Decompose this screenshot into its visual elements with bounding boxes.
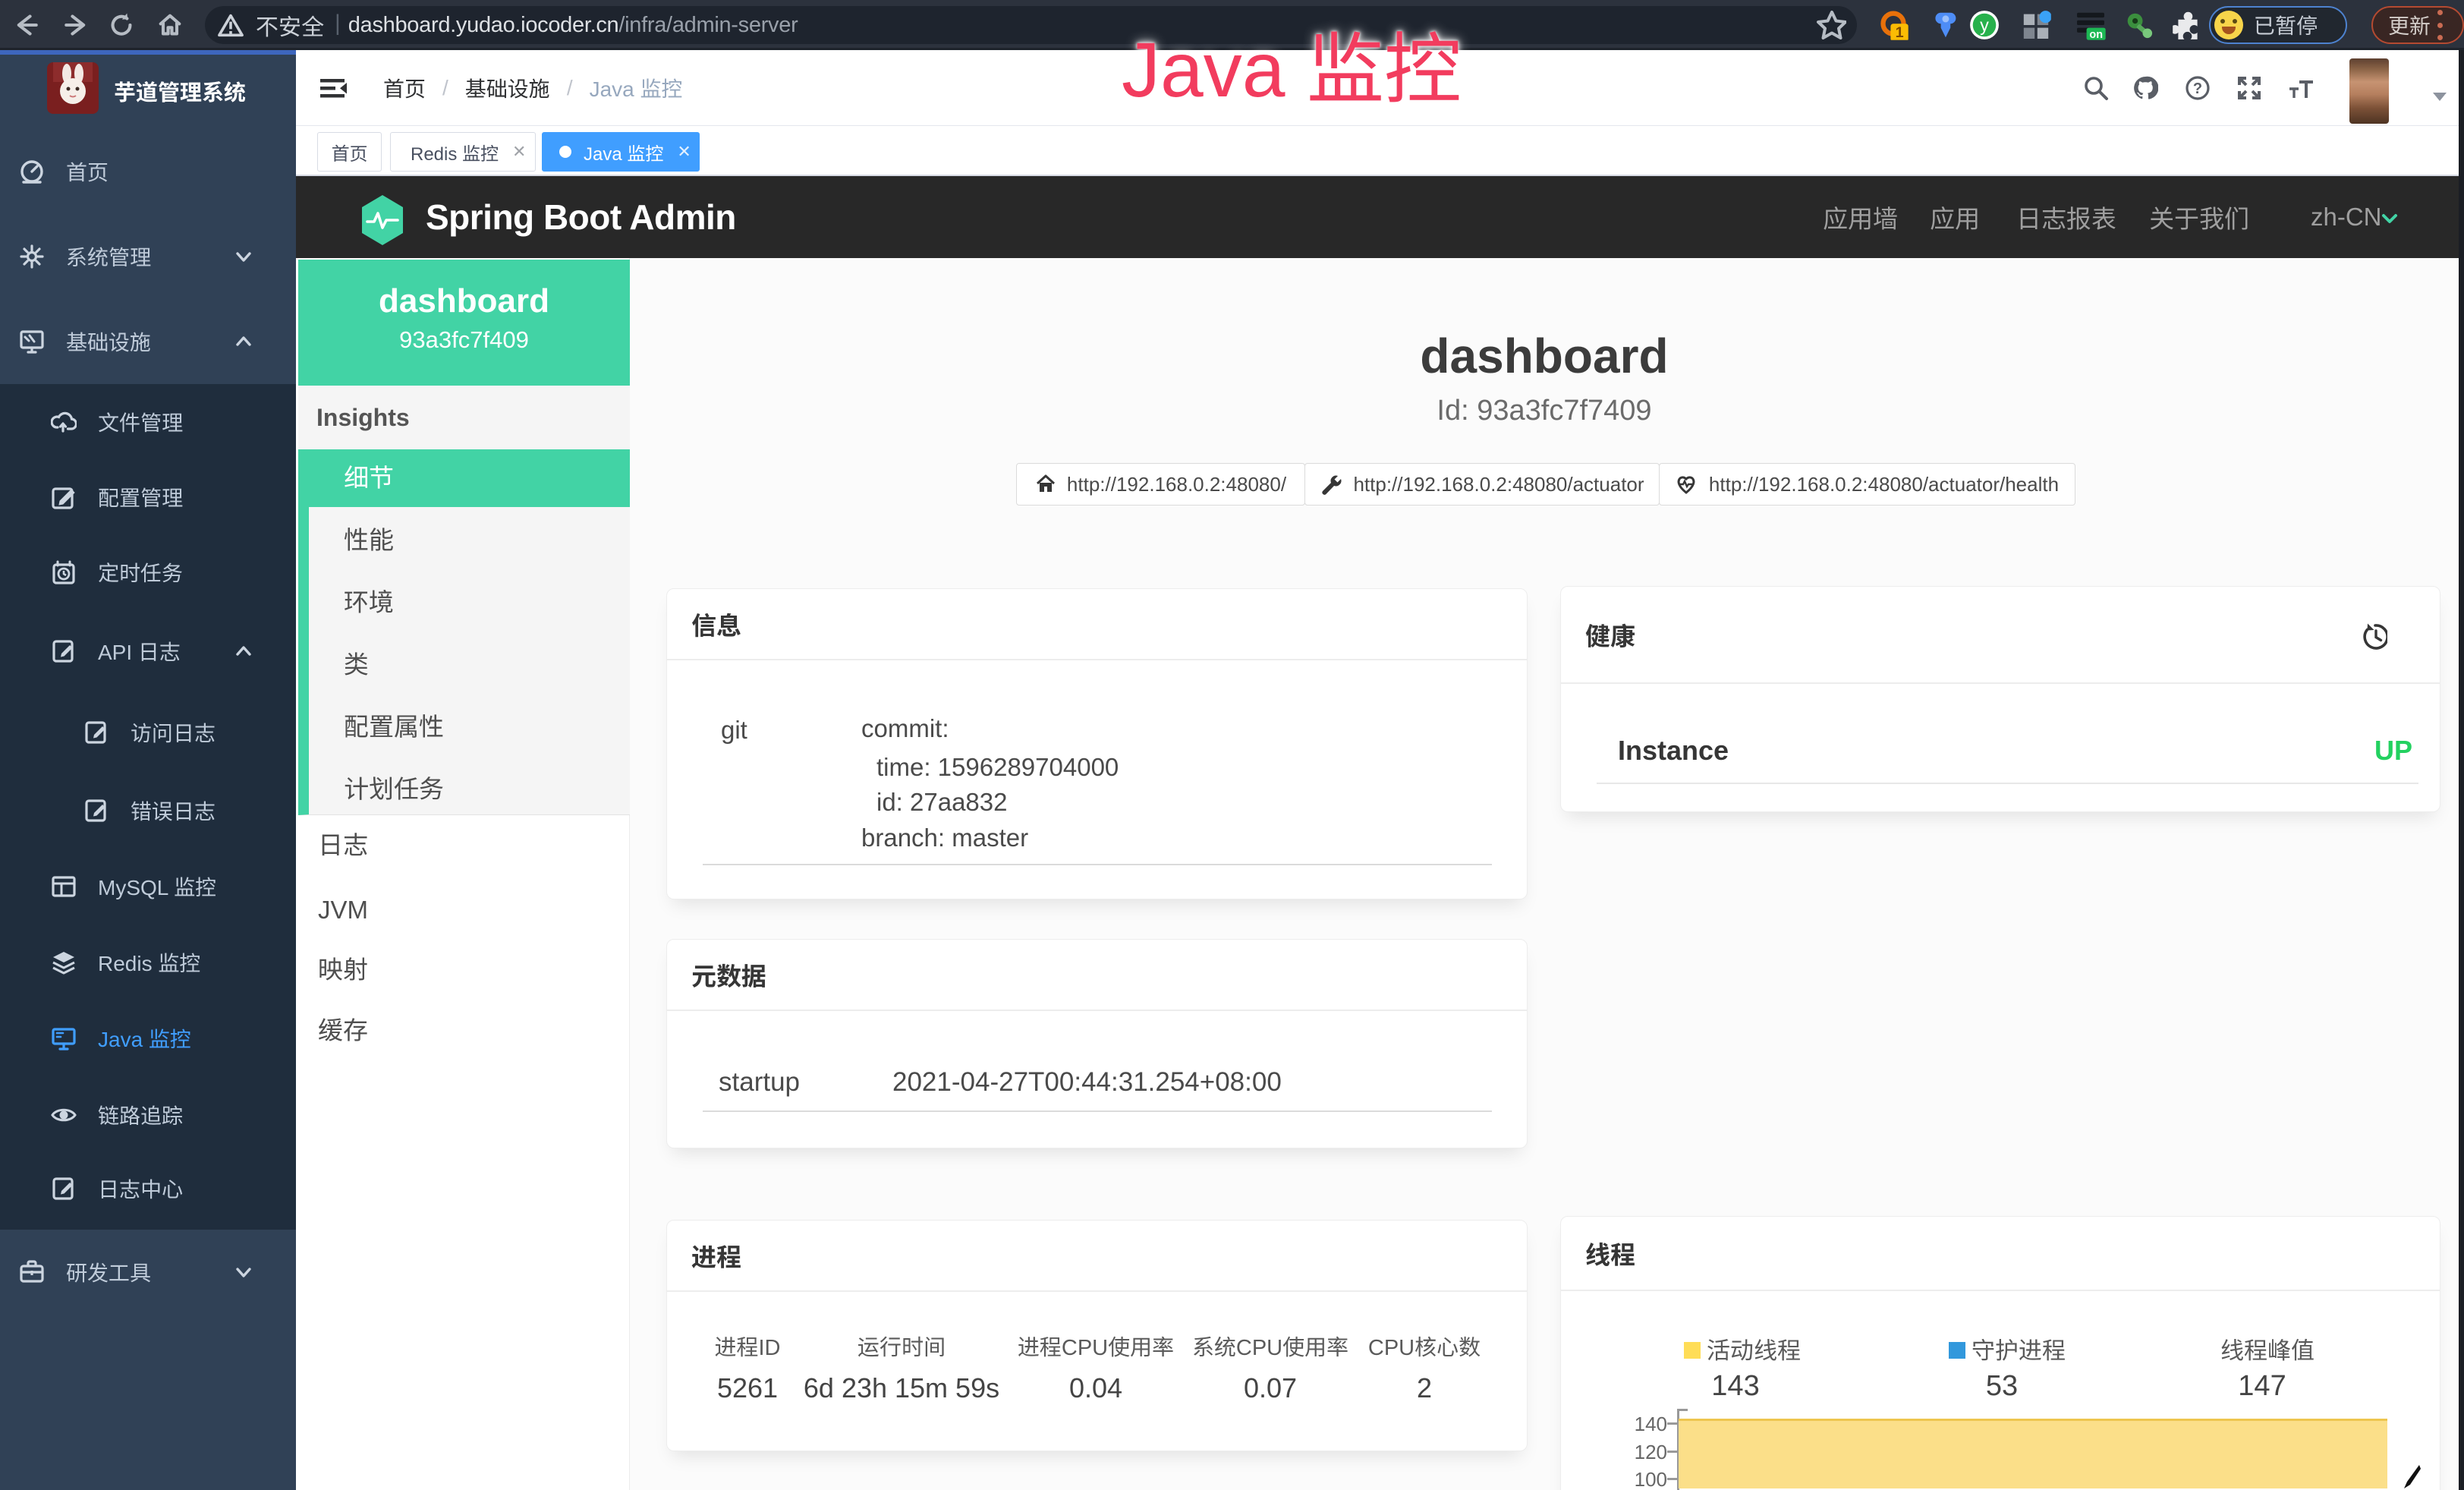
svg-text:1: 1 — [1896, 24, 1904, 40]
svg-text:?: ? — [2193, 80, 2202, 97]
svg-text:on: on — [2089, 29, 2103, 40]
svg-text:y: y — [1980, 15, 1989, 35]
